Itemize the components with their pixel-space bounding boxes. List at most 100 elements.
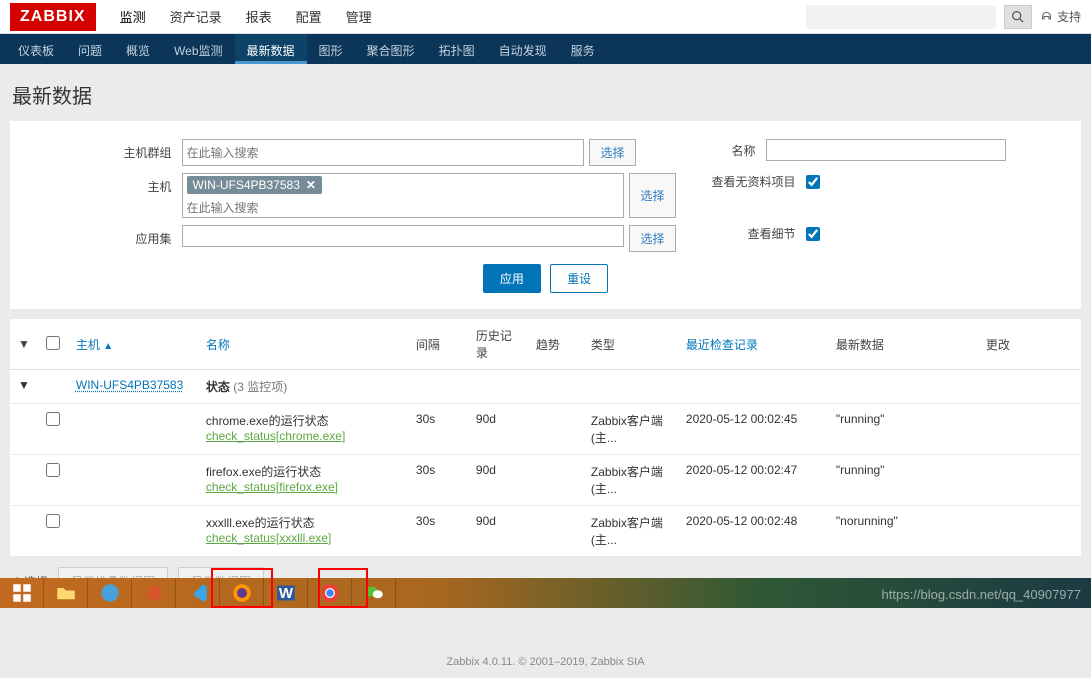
word-icon: W [276,583,296,603]
item-key[interactable]: check_status[chrome.exe] [206,429,345,443]
task-app1[interactable] [132,578,176,608]
table-row: chrome.exe的运行状态check_status[chrome.exe] … [10,404,1081,455]
task-wechat[interactable] [352,578,396,608]
table-row: xxxlll.exe的运行状态check_status[xxxlll.exe] … [10,506,1081,557]
logo[interactable]: ZABBIX [10,3,96,31]
group-toggle[interactable]: ▼ [10,370,38,404]
label-show-details: 查看细节 [706,225,806,242]
search-icon [1011,10,1024,23]
table-row: firefox.exe的运行状态check_status[firefox.exe… [10,455,1081,506]
row-checkbox[interactable] [46,463,60,477]
application-input[interactable] [182,225,625,247]
col-host[interactable]: 主机 ▲ [76,338,113,352]
subnav-dashboard[interactable]: 仪表板 [6,34,66,64]
firefox-icon [232,583,252,603]
support-link[interactable]: 支持 [1040,8,1081,25]
group-count: (3 监控项) [233,380,287,394]
host-input[interactable] [187,201,620,215]
item-name: firefox.exe的运行状态 [206,465,321,479]
subnav-overview[interactable]: 概览 [114,34,162,64]
col-type: 类型 [583,319,678,370]
wechat-icon [364,583,384,603]
cell-type: Zabbix客户端(主... [583,506,678,557]
col-interval: 间隔 [408,319,468,370]
folder-icon [56,583,76,603]
host-multiselect[interactable]: WIN-UFS4PB37583 ✕ [182,173,625,218]
cell-history: 90d [468,404,528,455]
host-select-button[interactable]: 选择 [629,173,675,218]
select-all-checkbox[interactable] [46,336,60,350]
windows-taskbar: W [0,578,1091,608]
subnav-graphs[interactable]: 图形 [307,34,355,64]
host-tag-label: WIN-UFS4PB37583 [193,178,300,192]
cell-type: Zabbix客户端(主... [583,455,678,506]
col-lastcheck[interactable]: 最近检查记录 [686,338,758,352]
host-link[interactable]: WIN-UFS4PB37583 [76,378,183,392]
task-chrome[interactable] [308,578,352,608]
edge-icon [100,583,120,603]
application-select-button[interactable]: 选择 [629,225,675,252]
cell-interval: 30s [408,455,468,506]
item-key[interactable]: check_status[firefox.exe] [206,480,338,494]
copyright: Zabbix 4.0.11. © 2001–2019, Zabbix SIA [10,656,1081,668]
windows-icon [12,583,32,603]
cell-interval: 30s [408,404,468,455]
cell-lastcheck: 2020-05-12 00:02:48 [678,506,828,557]
global-search-input[interactable] [806,5,996,29]
nav-inventory[interactable]: 资产记录 [158,0,234,35]
subnav-latest[interactable]: 最新数据 [235,34,307,64]
sub-nav: 仪表板 问题 概览 Web监测 最新数据 图形 聚合图形 拓扑图 自动发现 服务 [0,34,1091,64]
cell-lastcheck: 2020-05-12 00:02:45 [678,404,828,455]
global-search-button[interactable] [1004,5,1032,29]
hostgroup-input[interactable] [187,146,580,160]
subnav-problems[interactable]: 问题 [66,34,114,64]
subnav-discovery[interactable]: 自动发现 [487,34,559,64]
task-word[interactable]: W [264,578,308,608]
row-checkbox[interactable] [46,412,60,426]
col-name[interactable]: 名称 [206,338,230,352]
hostgroup-select-button[interactable]: 选择 [589,139,635,166]
filter-panel: 主机群组 选择 名称 主机 [10,121,1081,309]
reset-button[interactable]: 重设 [550,264,608,293]
show-no-data-checkbox[interactable] [806,175,820,189]
cell-history: 90d [468,506,528,557]
subnav-maps[interactable]: 拓扑图 [427,34,487,64]
top-nav: 监测 资产记录 报表 配置 管理 [108,0,806,35]
task-vscode[interactable] [176,578,220,608]
col-trends: 趋势 [528,319,583,370]
col-change: 更改 [978,319,1081,370]
host-tag[interactable]: WIN-UFS4PB37583 ✕ [187,176,322,194]
label-show-no-data: 查看无资料项目 [706,173,806,190]
apply-button[interactable]: 应用 [483,264,541,293]
nav-monitor[interactable]: 监测 [108,0,158,35]
cell-lastvalue: "running" [828,455,978,506]
host-tag-remove[interactable]: ✕ [306,178,316,192]
name-input[interactable] [766,139,1006,161]
cell-interval: 30s [408,506,468,557]
data-table: ▼ 主机 ▲ 名称 间隔 历史记录 趋势 类型 最近检查记录 最新数据 更改 ▼ [10,319,1081,557]
expand-all-toggle[interactable]: ▼ [10,319,38,370]
nav-config[interactable]: 配置 [284,0,334,35]
label-host: 主机 [86,173,182,195]
chrome-icon [320,583,340,603]
top-right: 支持 [806,5,1081,29]
page-title: 最新数据 [10,74,1081,121]
item-name: xxxlll.exe的运行状态 [206,516,315,530]
support-label: 支持 [1057,8,1081,25]
topbar: ZABBIX 监测 资产记录 报表 配置 管理 支持 [0,0,1091,34]
item-key[interactable]: check_status[xxxlll.exe] [206,531,331,545]
nav-reports[interactable]: 报表 [234,0,284,35]
start-button[interactable] [0,578,44,608]
subnav-web[interactable]: Web监测 [162,34,234,64]
row-checkbox[interactable] [46,514,60,528]
task-edge[interactable] [88,578,132,608]
show-details-checkbox[interactable] [806,227,820,241]
nav-admin[interactable]: 管理 [334,0,384,35]
task-explorer[interactable] [44,578,88,608]
subnav-screens[interactable]: 聚合图形 [355,34,427,64]
hostgroup-multiselect[interactable] [182,139,585,166]
col-lastvalue: 最新数据 [828,319,978,370]
cell-lastvalue: "running" [828,404,978,455]
subnav-services[interactable]: 服务 [559,34,607,64]
task-firefox[interactable] [220,578,264,608]
